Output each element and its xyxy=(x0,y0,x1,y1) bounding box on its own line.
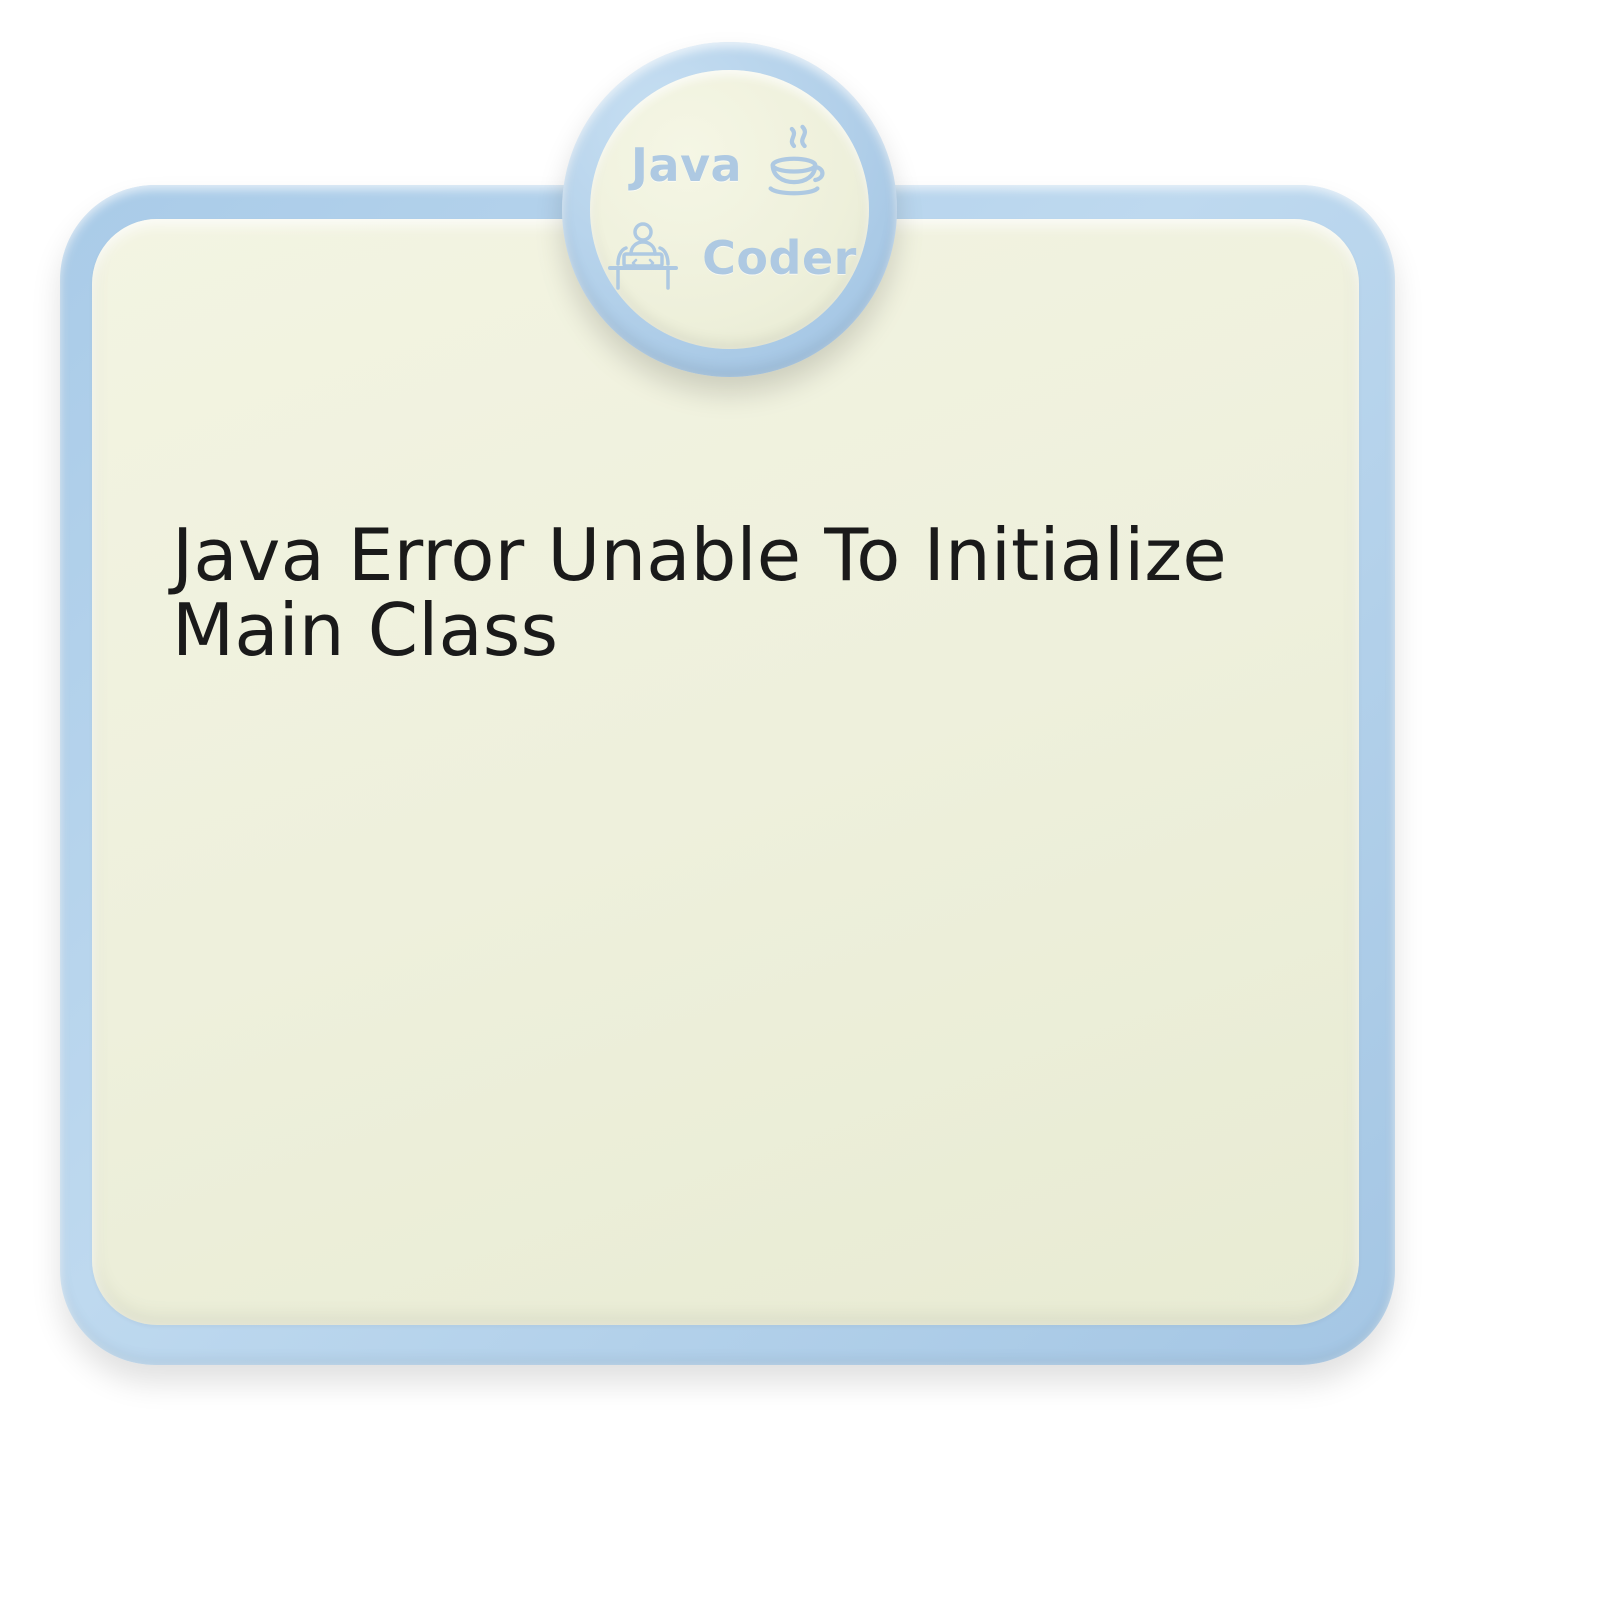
logo-word-coder: Coder xyxy=(702,235,857,281)
headline-text: Java Error Unable To Initialize Main Cla… xyxy=(172,518,1282,668)
card-panel xyxy=(92,219,1359,1325)
logo-word-java: Java xyxy=(631,142,742,188)
logo-badge: Java xyxy=(562,42,897,377)
java-cup-icon xyxy=(760,124,828,206)
logo-row-top: Java xyxy=(631,124,828,206)
canvas: Java xyxy=(0,0,1600,1600)
logo-row-bottom: Coder xyxy=(602,220,857,296)
logo-badge-inner: Java xyxy=(590,70,869,349)
developer-at-desk-icon xyxy=(602,220,684,296)
logo-content: Java xyxy=(590,70,869,349)
